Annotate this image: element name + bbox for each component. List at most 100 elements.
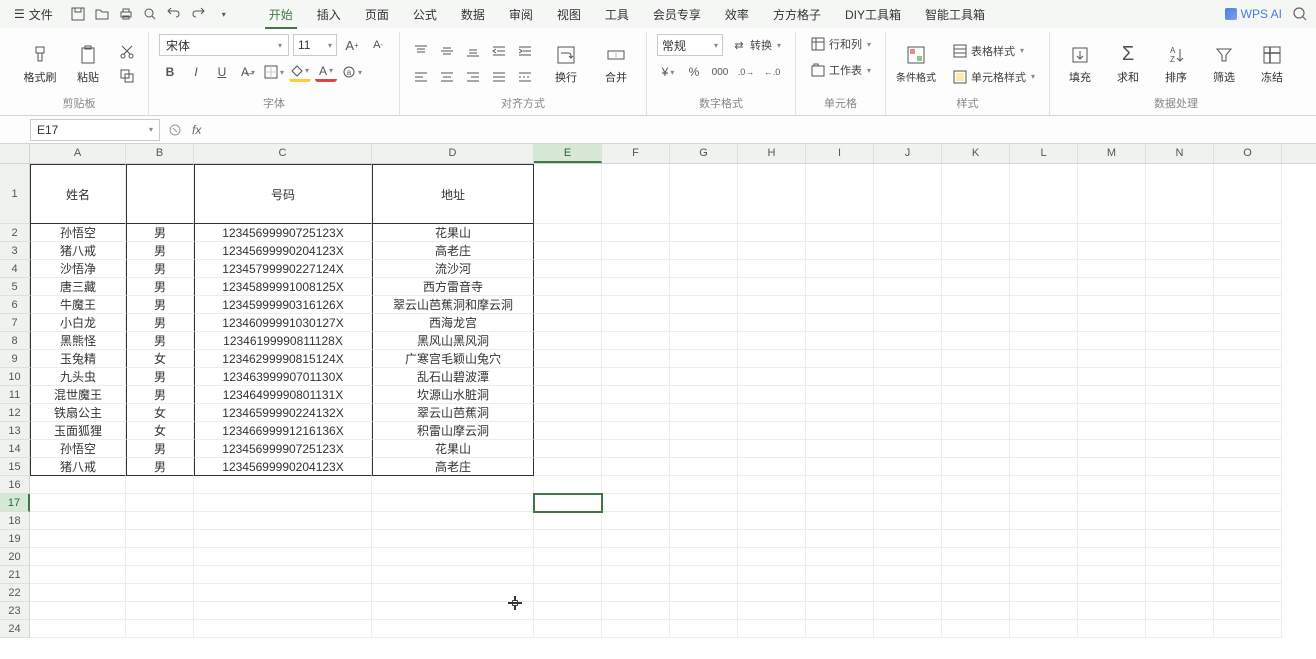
tab-DIY工具箱[interactable]: DIY工具箱 (833, 2, 913, 27)
cell[interactable] (1146, 260, 1214, 278)
cell[interactable] (942, 242, 1010, 260)
cancel-icon[interactable] (168, 123, 182, 137)
align-bottom-button[interactable] (462, 41, 484, 61)
cell[interactable] (30, 512, 126, 530)
table-style-button[interactable]: 表格样式▾ (948, 41, 1039, 61)
cell[interactable] (1214, 620, 1282, 638)
cell[interactable]: 12345999990316126X (194, 296, 372, 314)
cell[interactable] (806, 584, 874, 602)
cell[interactable]: 号码 (194, 164, 372, 224)
increase-font-button[interactable]: A+ (341, 35, 363, 55)
cell[interactable] (738, 548, 806, 566)
strike-button[interactable]: A̶▾ (237, 62, 259, 82)
cell[interactable] (806, 566, 874, 584)
convert-button[interactable]: ⇄转换▾ (727, 35, 785, 55)
cell[interactable] (874, 224, 942, 242)
cell[interactable]: 男 (126, 296, 194, 314)
spreadsheet-grid[interactable]: ABCDEFGHIJKLMNO 1姓名号码地址2孙悟空男123456999907… (0, 144, 1316, 659)
cell[interactable] (874, 278, 942, 296)
align-left-button[interactable] (410, 67, 432, 87)
cell[interactable]: 孙悟空 (30, 440, 126, 458)
cell[interactable] (1214, 602, 1282, 620)
cell[interactable] (534, 260, 602, 278)
cell[interactable] (670, 350, 738, 368)
cell[interactable] (670, 602, 738, 620)
cell[interactable] (30, 476, 126, 494)
align-middle-button[interactable] (436, 41, 458, 61)
cell[interactable] (942, 494, 1010, 512)
file-menu[interactable]: ☰ 文件 (8, 4, 59, 25)
cell[interactable] (942, 512, 1010, 530)
tab-方方格子[interactable]: 方方格子 (761, 2, 833, 27)
col-header-F[interactable]: F (602, 144, 670, 163)
cell[interactable] (738, 296, 806, 314)
cell[interactable] (1078, 566, 1146, 584)
col-header-N[interactable]: N (1146, 144, 1214, 163)
decrease-font-button[interactable]: A- (367, 35, 389, 55)
cell[interactable] (126, 164, 194, 224)
cell[interactable]: 12346399990701130X (194, 368, 372, 386)
cell[interactable] (1214, 530, 1282, 548)
cell[interactable] (1078, 386, 1146, 404)
cell[interactable] (534, 368, 602, 386)
cell[interactable] (372, 584, 534, 602)
cell[interactable] (534, 386, 602, 404)
cell[interactable] (738, 164, 806, 224)
sort-button[interactable]: AZ排序 (1156, 43, 1196, 85)
cell[interactable] (670, 296, 738, 314)
cell[interactable] (1146, 224, 1214, 242)
cell[interactable] (1146, 422, 1214, 440)
cell[interactable]: 黑风山黑风洞 (372, 332, 534, 350)
cell[interactable]: 唐三藏 (30, 278, 126, 296)
cell[interactable] (1214, 476, 1282, 494)
cell[interactable] (1078, 530, 1146, 548)
cell[interactable]: 西方雷音寺 (372, 278, 534, 296)
print-icon[interactable] (117, 5, 135, 23)
increase-decimal-button[interactable]: .0→ (735, 62, 757, 82)
cell[interactable] (738, 584, 806, 602)
cell[interactable] (738, 242, 806, 260)
cell[interactable] (372, 512, 534, 530)
cell[interactable] (1078, 458, 1146, 476)
paste-button[interactable]: 粘贴 (68, 43, 108, 85)
cell[interactable] (942, 332, 1010, 350)
worksheet-button[interactable]: 工作表▾ (806, 60, 875, 80)
tab-审阅[interactable]: 审阅 (497, 2, 545, 27)
cell[interactable]: 西海龙宫 (372, 314, 534, 332)
row-header-13[interactable]: 13 (0, 422, 30, 440)
cell[interactable] (126, 476, 194, 494)
tab-视图[interactable]: 视图 (545, 2, 593, 27)
cell[interactable] (942, 422, 1010, 440)
cell[interactable] (874, 620, 942, 638)
cell[interactable] (1078, 278, 1146, 296)
cell[interactable] (942, 476, 1010, 494)
cell[interactable]: 流沙河 (372, 260, 534, 278)
wrap-text-button[interactable]: 换行 (546, 43, 586, 85)
cell[interactable] (874, 584, 942, 602)
cell[interactable] (874, 566, 942, 584)
cell[interactable] (1010, 224, 1078, 242)
cell[interactable] (602, 296, 670, 314)
cell[interactable] (1010, 332, 1078, 350)
font-name-select[interactable]: 宋体▾ (159, 34, 289, 56)
cell[interactable] (1078, 350, 1146, 368)
cell[interactable] (30, 530, 126, 548)
cell[interactable] (942, 350, 1010, 368)
cell[interactable] (1214, 440, 1282, 458)
cell[interactable] (738, 620, 806, 638)
cell[interactable] (942, 164, 1010, 224)
tab-会员专享[interactable]: 会员专享 (641, 2, 713, 27)
cell[interactable] (806, 404, 874, 422)
row-header-20[interactable]: 20 (0, 548, 30, 566)
cell[interactable]: 12346599990224132X (194, 404, 372, 422)
cell[interactable] (806, 458, 874, 476)
cell[interactable] (1146, 368, 1214, 386)
cell[interactable] (874, 260, 942, 278)
tab-公式[interactable]: 公式 (401, 2, 449, 27)
cell[interactable] (30, 548, 126, 566)
cell[interactable]: 男 (126, 242, 194, 260)
cell[interactable] (1078, 548, 1146, 566)
tab-效率[interactable]: 效率 (713, 2, 761, 27)
indent-increase-button[interactable] (514, 41, 536, 61)
fx-label[interactable]: fx (192, 123, 201, 137)
